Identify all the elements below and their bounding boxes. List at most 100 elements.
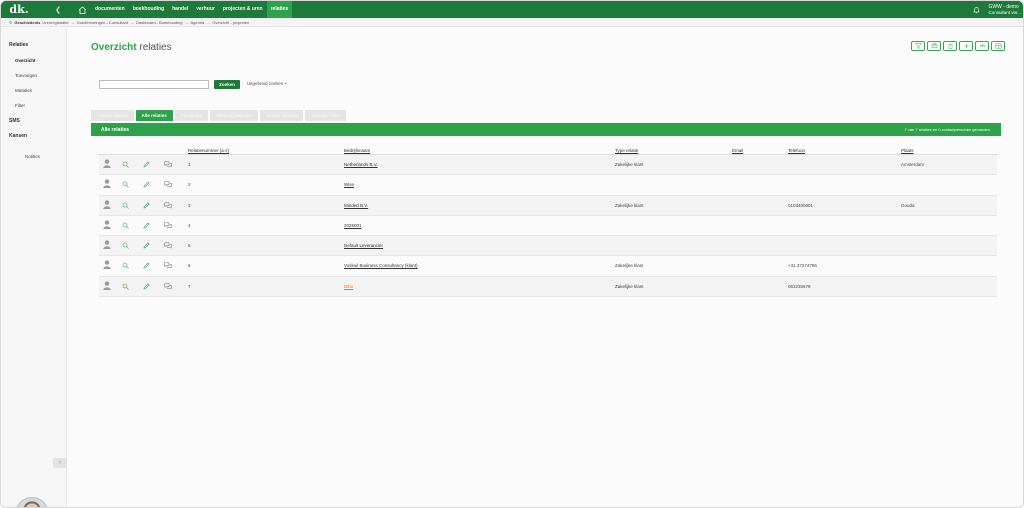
sidebar-item-mutaties[interactable]: Mutaties <box>15 88 32 93</box>
print-button[interactable] <box>927 41 941 51</box>
notes-icon[interactable] <box>163 241 172 250</box>
sidebar-section-kansen[interactable]: Kansen <box>9 133 27 139</box>
tab-recent-bewerkt[interactable]: Recent bewerkt <box>260 110 304 121</box>
table-row[interactable]: 1 Netherlands B.V. Zakelijke klant Amsterda… <box>99 155 997 176</box>
nav-handel[interactable]: handel <box>168 1 192 18</box>
tab-favorieten[interactable]: Favorieten <box>174 110 209 121</box>
sidebar-section-relaties[interactable]: Relaties <box>9 42 28 48</box>
top-navigation: dk. ❮ documenten boekhouding handel verh… <box>1 1 1023 19</box>
tab-zakelijke-klant[interactable]: Zakelijke klant <box>305 110 346 121</box>
cell-relatienummer: 4 <box>188 222 191 228</box>
person-icon <box>102 159 111 168</box>
search-input[interactable] <box>99 80 209 89</box>
search-icon[interactable] <box>121 180 130 189</box>
sidebar-item-toevoegen[interactable]: Toevoegen <box>15 73 37 78</box>
user-menu[interactable]: GWW - demo Consultant ver... <box>988 4 1021 15</box>
search-icon[interactable] <box>121 201 130 210</box>
logo[interactable]: dk. <box>1 1 37 18</box>
tab-laatste-relaties[interactable]: Laatste relaties <box>91 110 134 121</box>
breadcrumb-item[interactable]: Dashboard - Boekhouding <box>136 20 182 25</box>
pencil-icon[interactable] <box>142 180 151 189</box>
column-plaats[interactable]: Plaats <box>901 148 914 153</box>
hierarchy-button[interactable] <box>975 41 989 51</box>
cell-bedrijfsnaam[interactable]: Default Leverancier <box>344 243 383 248</box>
column-type-relatie[interactable]: Type relatie <box>615 148 638 153</box>
panel-header: Alle relaties 7 van 7 relaties en 0 cont… <box>91 123 1001 136</box>
sidebar-item-filter[interactable]: Filter <box>15 103 25 108</box>
cell-telefoon: 0103400601 <box>788 202 814 208</box>
search-icon[interactable] <box>121 160 130 169</box>
page-title-bold: Overzicht <box>91 42 137 53</box>
nav-projecten-uren[interactable]: projecten & uren <box>219 1 267 18</box>
history-label: Geschiedenis <box>14 19 41 25</box>
pencil-icon[interactable] <box>142 282 151 291</box>
home-icon[interactable] <box>73 1 91 18</box>
table-row[interactable]: 2 Wise <box>99 175 997 196</box>
table-row[interactable]: 4 2025001 <box>99 215 997 237</box>
table-header: Relatienummer (a-z) Bedrijfsnaam Type re… <box>99 146 997 155</box>
cell-bedrijfsnaam[interactable]: Netherlands B.V. <box>344 162 378 167</box>
nav-boekhouding[interactable]: boekhouding <box>129 1 168 18</box>
sidebar-section-sms[interactable]: SMS <box>9 118 20 124</box>
breadcrumb-item[interactable]: Agenda <box>190 20 204 25</box>
filter-button[interactable] <box>911 41 925 51</box>
notes-icon[interactable] <box>163 261 172 270</box>
pencil-icon[interactable] <box>142 160 151 169</box>
pencil-icon[interactable] <box>142 241 151 250</box>
plus-icon <box>964 44 968 48</box>
cell-bedrijfsnaam[interactable]: 2025001 <box>344 223 362 228</box>
filter-icon <box>914 43 922 49</box>
search-button[interactable]: Zoeken <box>214 80 240 89</box>
cell-telefoon: 061235678 <box>788 283 811 289</box>
breadcrumb-item[interactable]: Urenregistratie <box>42 20 68 25</box>
table-row[interactable]: 5 Default Leverancier <box>99 236 997 257</box>
pencil-icon[interactable] <box>142 201 151 210</box>
arrow-right-icon: → <box>184 19 189 25</box>
advanced-search-link[interactable]: Uitgebreid zoeken + <box>247 81 287 86</box>
column-bedrijfsnaam[interactable]: Bedrijfsnaam <box>344 148 370 153</box>
notes-icon[interactable] <box>163 160 172 169</box>
table-row[interactable]: 6 Voskuil Business Consultancy (klant) Zak… <box>99 256 997 277</box>
table-view-button[interactable] <box>991 41 1005 51</box>
nav-documenten[interactable]: documenten <box>91 1 129 18</box>
add-button[interactable] <box>959 41 973 51</box>
delete-button[interactable] <box>943 41 957 51</box>
tab-alle-relaties[interactable]: Alle relaties <box>135 110 173 121</box>
tab-vandaag-bekeken[interactable]: Vandaag bekeken <box>210 110 259 121</box>
notes-icon[interactable] <box>163 282 172 291</box>
cell-bedrijfsnaam[interactable]: Wise <box>344 182 354 187</box>
cell-plaats: Amsterdam <box>901 162 925 167</box>
cell-type-relatie: Zakelijke klant <box>615 202 644 208</box>
search-icon[interactable] <box>121 241 130 250</box>
sidebar-item-notities[interactable]: Notities <box>25 154 40 159</box>
notes-icon[interactable] <box>163 180 172 189</box>
breadcrumb-item[interactable]: Overzicht - projecten <box>212 20 249 25</box>
table-row[interactable]: 7 Dibo Zakelijke klant 061235678 <box>99 276 997 298</box>
column-telefoon[interactable]: Telefoon <box>788 148 805 153</box>
column-email[interactable]: Email <box>732 148 743 153</box>
cell-bedrijfsnaam[interactable]: Voskuil Business Consultancy (klant) <box>344 263 418 268</box>
cell-bedrijfsnaam[interactable]: Dibo <box>344 284 353 289</box>
toolbar <box>911 41 1005 51</box>
search-icon[interactable] <box>121 282 130 291</box>
nav-relaties[interactable]: relaties <box>266 1 293 18</box>
sidebar-item-overzicht[interactable]: Overzicht <box>15 58 36 63</box>
search-icon[interactable] <box>121 221 130 230</box>
person-icon <box>102 260 111 270</box>
panel-title: Alle relaties <box>101 126 130 133</box>
bell-icon[interactable] <box>973 1 981 19</box>
avatar[interactable] <box>15 497 49 507</box>
collapse-menu-icon[interactable]: ❮ <box>51 6 65 14</box>
cell-bedrijfsnaam[interactable]: Minded B.V. <box>344 203 368 208</box>
breadcrumb-item[interactable]: Goedemoringen - Consultant <box>77 20 128 25</box>
nav-verhuur[interactable]: verhuur <box>192 1 219 18</box>
notes-icon[interactable] <box>163 221 172 230</box>
notes-icon[interactable] <box>163 201 172 210</box>
column-relatienummer[interactable]: Relatienummer (a-z) <box>188 148 229 153</box>
table-row[interactable]: 3 Minded B.V. Zakelijke klant 0103400601 Gou… <box>99 195 997 216</box>
cell-relatienummer: 7 <box>188 283 191 289</box>
pencil-icon[interactable] <box>142 261 151 270</box>
search-icon[interactable] <box>121 261 130 270</box>
pencil-icon[interactable] <box>142 221 151 230</box>
sidebar-collapse-button[interactable]: ‹ <box>53 458 67 468</box>
